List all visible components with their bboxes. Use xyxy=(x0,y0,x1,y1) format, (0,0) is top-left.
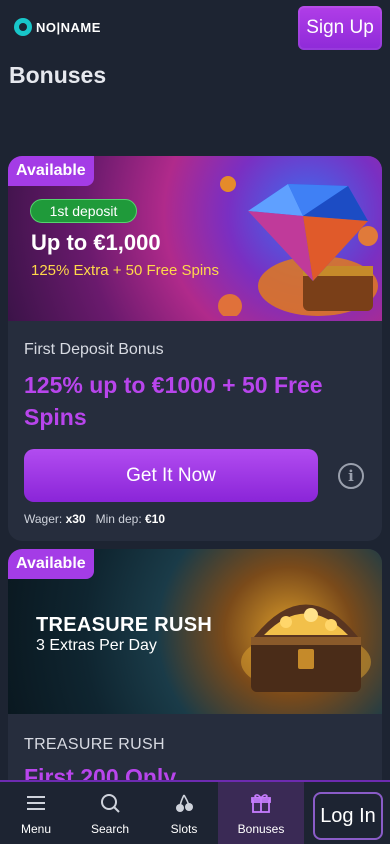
logo-text: NO|NAME xyxy=(36,19,101,35)
bonus-offer: 125% up to €1000 + 50 Free Spins xyxy=(24,372,323,430)
sign-up-button[interactable]: Sign Up xyxy=(298,6,382,50)
banner-subtitle: 3 Extras Per Day xyxy=(36,637,157,654)
gift-icon xyxy=(251,794,271,813)
nav-label: Bonuses xyxy=(237,822,285,836)
banner-subtitle: 125% Extra + 50 Free Spins xyxy=(31,262,220,279)
diamond-treasure-illustration xyxy=(218,176,378,316)
banner-headline: TREASURE RUSH xyxy=(36,614,213,636)
bonus-name: TREASURE RUSH xyxy=(24,736,165,753)
bonus-banner[interactable]: Available 1st deposit Up to €1,000 125% … xyxy=(8,156,382,321)
logo-icon xyxy=(14,18,32,36)
info-icon[interactable]: i xyxy=(338,463,364,489)
wager-value: x30 xyxy=(65,512,86,526)
available-badge: Available xyxy=(8,156,94,186)
deposit-pill: 1st deposit xyxy=(30,199,137,223)
top-header: NO|NAME Sign Up xyxy=(0,0,390,56)
bonus-card-first-deposit: Available 1st deposit Up to €1,000 125% … xyxy=(8,156,382,541)
min-dep-value: €10 xyxy=(145,512,166,526)
available-badge: Available xyxy=(8,549,94,579)
cherries-icon xyxy=(176,794,193,812)
page-title: Bonuses xyxy=(9,62,107,88)
nav-item-search[interactable]: Search xyxy=(74,782,146,844)
nav-label: Search xyxy=(90,822,130,836)
nav-label: Slots xyxy=(170,822,198,836)
log-in-button[interactable]: Log In xyxy=(313,792,383,840)
nav-item-slots[interactable]: Slots xyxy=(148,782,220,844)
bonus-banner[interactable]: Available TREASURE RUSH 3 Extras Per Day xyxy=(8,549,382,714)
bonus-terms: Wager: x30 Min dep: €10 xyxy=(24,512,165,526)
bottom-navigation: Menu Search Slots Bonuses Log In xyxy=(0,780,390,844)
bonus-name: First Deposit Bonus xyxy=(24,341,164,358)
get-it-now-button[interactable]: Get It Now xyxy=(24,449,318,502)
nav-label: Menu xyxy=(20,822,52,836)
brand-logo[interactable]: NO|NAME xyxy=(14,18,101,36)
min-dep-label: Min dep: xyxy=(95,512,142,526)
menu-icon xyxy=(27,796,45,810)
banner-headline: Up to €1,000 xyxy=(31,230,161,255)
nav-item-bonuses[interactable]: Bonuses xyxy=(218,782,304,844)
treasure-chest-illustration xyxy=(241,604,371,692)
nav-item-menu[interactable]: Menu xyxy=(0,782,72,844)
wager-label: Wager: xyxy=(24,512,63,526)
search-icon xyxy=(101,794,120,813)
